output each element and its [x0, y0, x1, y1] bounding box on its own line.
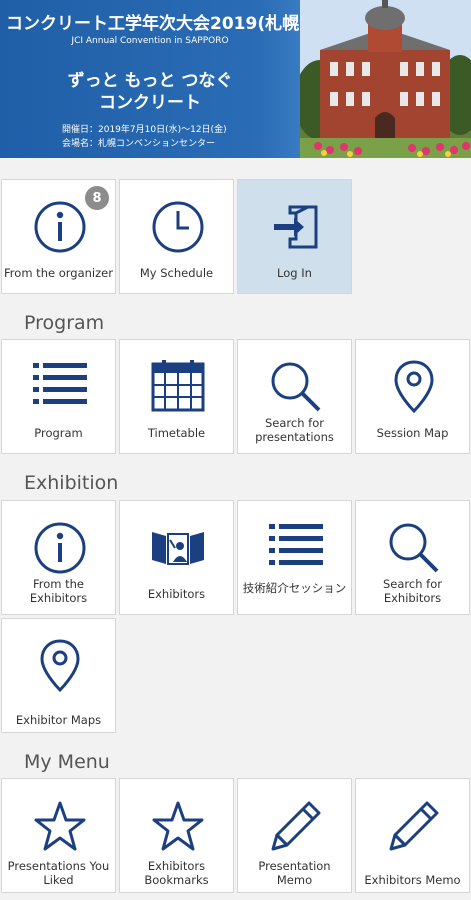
tile-label: Exhibitors [147, 587, 206, 601]
section-title-my-menu: My Menu [24, 751, 110, 773]
clock-icon [120, 194, 235, 260]
tile-label: From the Exhibitors [29, 577, 88, 605]
tile-label: From the organizer [4, 266, 113, 280]
list-icon [2, 354, 117, 420]
search-icon [356, 515, 471, 581]
tile-label: Exhibitor Maps [15, 713, 102, 727]
tile-label: Exhibitors Memo [364, 873, 461, 887]
pencil-icon [238, 793, 353, 859]
tile-label: Presentation Memo [258, 859, 331, 887]
banner-venue: 会場名：札幌コンベンションセンター [62, 139, 216, 149]
exhibitor-booth-icon [120, 515, 235, 581]
tile-label: Timetable [147, 426, 206, 440]
map-pin-icon [356, 354, 471, 420]
event-banner: コンクリート工学年次大会2019(札幌) JCI Annual Conventi… [0, 0, 471, 158]
tile-exhibitor-maps[interactable]: Exhibitor Maps [1, 618, 116, 733]
tile-label: Exhibitors Bookmarks [144, 859, 209, 887]
tile-session-map[interactable]: Session Map [355, 339, 470, 454]
tile-label: Program [34, 426, 83, 440]
tile-label: Search for Exhibitors [383, 577, 442, 605]
star-icon [2, 793, 117, 859]
tile-search-presentations[interactable]: Search for presentations [237, 339, 352, 454]
tile-log-in[interactable]: Log In [237, 179, 352, 294]
building-photo [300, 0, 471, 158]
tile-from-exhibitors[interactable]: From the Exhibitors [1, 500, 116, 615]
info-icon [2, 515, 117, 581]
tile-label: Log In [277, 266, 312, 280]
tile-timetable[interactable]: Timetable [119, 339, 234, 454]
tile-exhibitors-bookmarks[interactable]: Exhibitors Bookmarks [119, 778, 234, 893]
tile-exhibitors-memo[interactable]: Exhibitors Memo [355, 778, 470, 893]
tile-label: Session Map [376, 426, 449, 440]
tile-from-the-organizer[interactable]: 8 From the organizer [1, 179, 116, 294]
tile-presentations-liked[interactable]: Presentations You Liked [1, 778, 116, 893]
calendar-icon [120, 354, 235, 420]
banner-catchphrase-line2: コンクリート [99, 93, 201, 113]
map-pin-icon [2, 633, 117, 699]
tile-exhibitors[interactable]: Exhibitors [119, 500, 234, 615]
list-icon [238, 515, 353, 581]
tile-label: My Schedule [139, 266, 214, 280]
tile-label: 技術紹介セッション [242, 581, 347, 595]
tile-tech-intro-session[interactable]: 技術紹介セッション [237, 500, 352, 615]
pencil-icon [356, 793, 471, 859]
search-icon [238, 354, 353, 420]
section-title-exhibition: Exhibition [24, 472, 119, 494]
tile-label: Presentations You Liked [7, 859, 110, 887]
banner-subtitle: JCI Annual Convention in SAPPORO [71, 36, 229, 46]
tile-program[interactable]: Program [1, 339, 116, 454]
tile-search-exhibitors[interactable]: Search for Exhibitors [355, 500, 470, 615]
tile-presentation-memo[interactable]: Presentation Memo [237, 778, 352, 893]
banner-dates: 開催日：2019年7月10日(水)～12日(金) [62, 125, 227, 135]
notification-badge: 8 [85, 186, 109, 210]
tile-label: Search for presentations [255, 416, 334, 444]
star-icon [120, 793, 235, 859]
banner-title: コンクリート工学年次大会2019(札幌) [6, 14, 307, 34]
section-title-program: Program [24, 312, 105, 334]
tile-my-schedule[interactable]: My Schedule [119, 179, 234, 294]
login-icon [238, 194, 353, 260]
